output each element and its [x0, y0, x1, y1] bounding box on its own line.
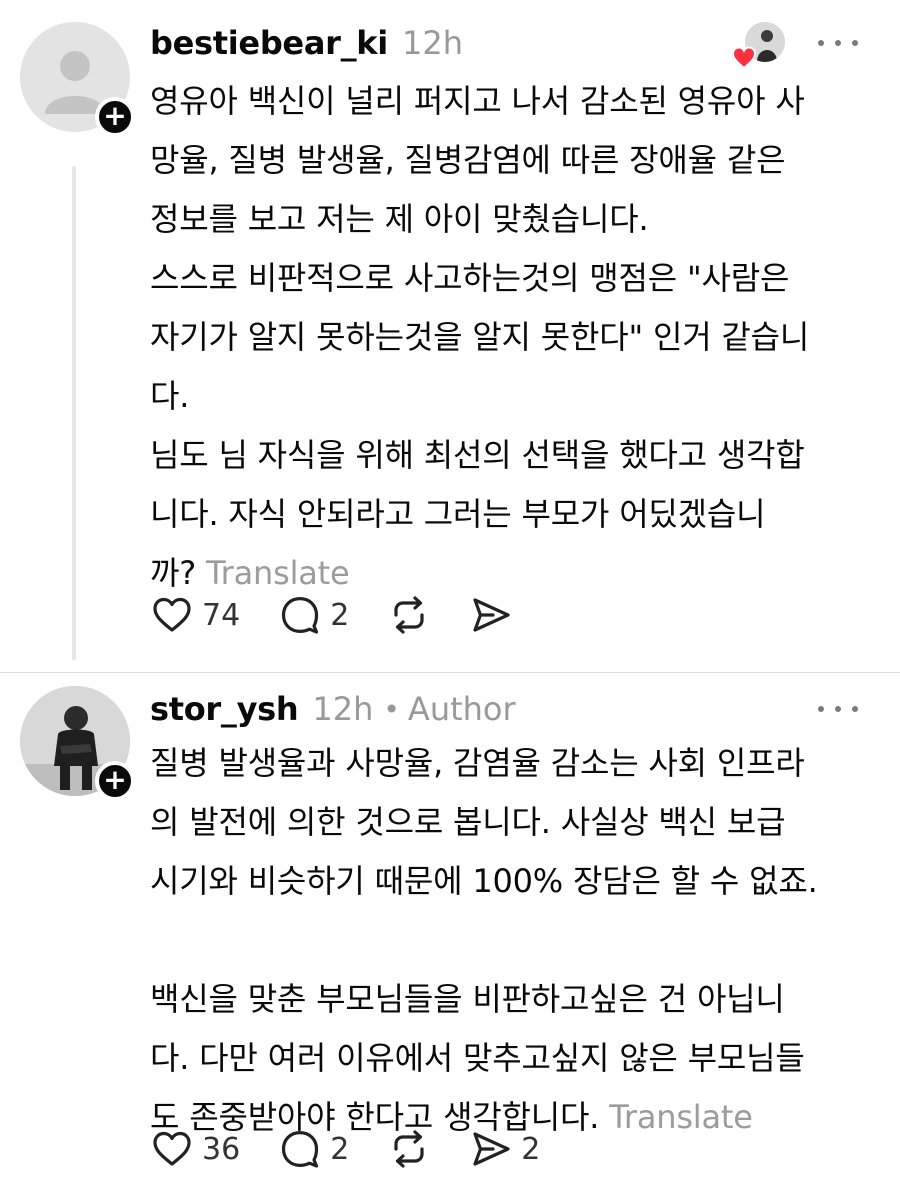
more-dot — [852, 40, 858, 46]
more-options-button[interactable] — [818, 694, 858, 724]
post-body: 영유아 백신이 널리 퍼지고 나서 감소된 영유아 사 망율, 질병 발생율, … — [150, 72, 880, 603]
post: + stor_ysh 12h • Author 질병 발생율과 사망율, 감염율… — [0, 672, 900, 1190]
share-icon — [473, 598, 510, 632]
liked-heart-icon — [731, 46, 757, 70]
follow-plus-button[interactable]: + — [95, 761, 135, 801]
like-button[interactable]: 36 — [150, 1127, 240, 1171]
share-count: 2 — [521, 1131, 541, 1167]
repost-button[interactable] — [387, 1127, 431, 1171]
more-dot — [835, 706, 841, 712]
heart-icon — [153, 597, 191, 632]
heart-icon — [153, 1131, 191, 1166]
post-text: 질병 발생율과 사망율, 감염율 감소는 사회 인프라 의 발전에 의한 것으로… — [150, 744, 818, 1136]
like-button[interactable]: 74 — [150, 593, 240, 637]
share-button[interactable]: 2 — [469, 1127, 540, 1171]
translate-link[interactable]: Translate — [206, 554, 350, 592]
share-icon — [473, 1132, 510, 1166]
repost-button[interactable] — [387, 593, 431, 637]
comment-icon — [282, 1131, 319, 1168]
more-options-button[interactable] — [818, 28, 858, 58]
reply-button[interactable]: 2 — [278, 1127, 349, 1171]
post-body: 질병 발생율과 사망율, 감염율 감소는 사회 인프라 의 발전에 의한 것으로… — [150, 734, 880, 1147]
reply-count: 2 — [330, 597, 350, 633]
action-bar: 36 2 2 — [150, 1124, 578, 1174]
separator-dot: • — [383, 692, 400, 726]
reply-count: 2 — [330, 1131, 350, 1167]
comment-icon — [282, 597, 319, 634]
share-button[interactable] — [469, 593, 513, 637]
username[interactable]: bestiebear_ki — [150, 24, 388, 62]
like-count: 36 — [202, 1131, 241, 1167]
post-text: 영유아 백신이 널리 퍼지고 나서 감소된 영유아 사 망율, 질병 발생율, … — [150, 82, 810, 592]
more-dot — [835, 40, 841, 46]
post-header: stor_ysh 12h • Author — [150, 684, 516, 734]
timestamp: 12h — [312, 690, 374, 728]
post: + bestiebear_ki 12h 영유아 백신이 널리 퍼지고 나서 감소… — [0, 0, 900, 672]
reply-button[interactable]: 2 — [278, 593, 349, 637]
repost-icon — [394, 1130, 424, 1168]
repost-icon — [394, 596, 424, 634]
post-header: bestiebear_ki 12h — [150, 18, 463, 68]
thread-line — [72, 166, 76, 660]
like-count: 74 — [202, 597, 241, 633]
timestamp: 12h — [401, 24, 463, 62]
more-dot — [852, 706, 858, 712]
more-dot — [818, 40, 824, 46]
more-dot — [818, 706, 824, 712]
translate-link[interactable]: Translate — [609, 1098, 753, 1136]
follow-plus-button[interactable]: + — [95, 97, 135, 137]
action-bar: 74 2 — [150, 590, 551, 640]
username[interactable]: stor_ysh — [150, 690, 299, 728]
author-badge: Author — [407, 690, 516, 728]
